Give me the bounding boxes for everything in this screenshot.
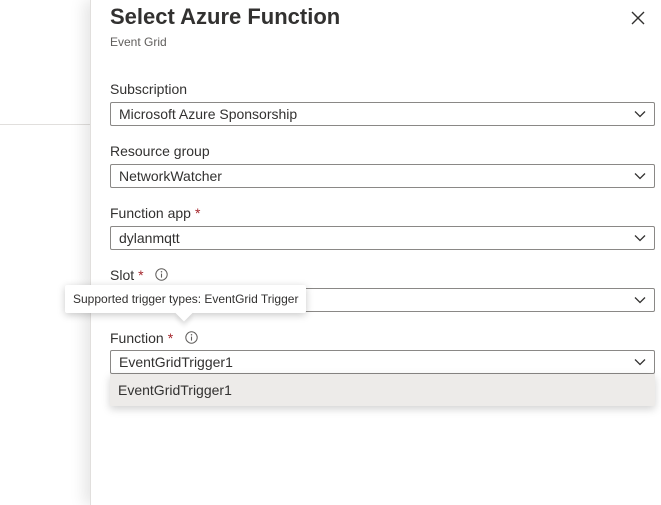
subscription-label-text: Subscription [110,81,188,97]
chevron-down-icon [634,359,646,366]
select-function-panel: Select Azure Function Event Grid Subscri… [90,0,661,505]
function-dropdown-list: EventGridTrigger1 [110,374,655,406]
resource-group-label: Resource group [110,143,210,159]
resource-group-label-text: Resource group [110,143,210,159]
dropdown-option[interactable]: EventGridTrigger1 [110,374,655,406]
subscription-value: Microsoft Azure Sponsorship [119,106,298,122]
required-marker: * [138,267,144,283]
info-tooltip: Supported trigger types: EventGrid Trigg… [65,285,306,322]
function-label-text: Function [110,330,164,346]
panel-title: Select Azure Function [110,4,341,29]
required-marker: * [194,205,201,221]
chevron-down-icon [634,235,646,242]
info-icon[interactable] [185,331,198,344]
slot-label: Slot * [110,267,169,283]
panel-subtitle: Event Grid [110,35,167,49]
resource-group-value: NetworkWatcher [119,168,222,184]
chevron-down-icon [634,111,646,118]
chevron-down-icon [634,297,646,304]
dropdown-option-label: EventGridTrigger1 [118,382,232,398]
close-button[interactable] [629,9,647,27]
subscription-dropdown[interactable]: Microsoft Azure Sponsorship [110,102,655,126]
subscription-label: Subscription [110,81,187,97]
function-dropdown[interactable]: EventGridTrigger1 [110,350,655,374]
function-app-dropdown[interactable]: dylanmqtt [110,226,655,250]
chevron-down-icon [634,173,646,180]
function-label: Function * [110,330,198,346]
resource-group-dropdown[interactable]: NetworkWatcher [110,164,655,188]
slot-label-text: Slot [110,267,135,283]
function-app-label: Function app * [110,205,200,221]
background-page [0,0,90,505]
required-marker: * [167,330,174,346]
function-app-label-text: Function app [110,205,191,221]
function-value: EventGridTrigger1 [119,354,233,370]
close-icon [631,11,645,25]
tooltip-text: Supported trigger types: EventGrid Trigg… [73,292,299,306]
info-icon[interactable] [155,268,169,281]
function-app-value: dylanmqtt [119,230,180,246]
background-divider [0,124,90,125]
